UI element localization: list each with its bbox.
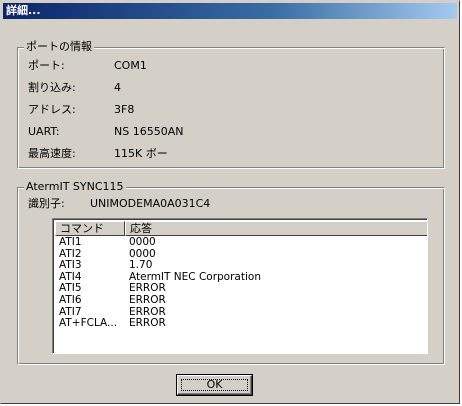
address-label: アドレス:: [28, 103, 76, 116]
interrupt-label: 割り込み:: [28, 81, 76, 94]
command-cell: ATI4: [59, 271, 82, 283]
interrupt-value: 4: [114, 81, 121, 94]
ok-button-label: OK: [206, 378, 223, 391]
identifier-label: 識別子:: [28, 197, 65, 210]
identifier-row: 識別子: UNIMODEMA0A031C4: [28, 196, 210, 212]
list-item[interactable]: ATI6 ERROR: [55, 293, 261, 307]
ok-button[interactable]: OK: [177, 375, 252, 395]
identifier-value: UNIMODEMA0A031C4: [90, 197, 211, 210]
command-response-list[interactable]: コマンド 応答 ATI1 0000 ATI2 0000 ATI3 1.70 AT…: [52, 218, 428, 354]
port-info-group-title: ポートの情報: [24, 40, 94, 54]
list-rows: ATI1 0000 ATI2 0000 ATI3 1.70 ATI4 Aterm…: [55, 236, 261, 330]
command-cell: ATI6: [59, 294, 82, 306]
interrupt-row: 割り込み: 4: [28, 80, 121, 96]
list-header: コマンド 応答: [55, 221, 427, 236]
response-cell: ERROR: [129, 317, 166, 330]
uart-label: UART:: [28, 125, 60, 138]
command-cell: ATI5: [59, 283, 82, 295]
command-cell: AT+FCLA...: [59, 318, 118, 330]
command-cell: ATI3: [59, 260, 82, 272]
uart-row: UART: NS 16550AN: [28, 124, 183, 140]
list-item[interactable]: AT+FCLA... ERROR: [55, 318, 261, 330]
max-speed-value: 115K ボー: [114, 147, 168, 160]
details-dialog: 詳細... ポートの情報 ポート: COM1 割り込み: 4 アドレス: 3F8 UA…: [0, 0, 460, 404]
port-row: ポート: COM1: [28, 58, 147, 74]
port-label: ポート:: [28, 59, 65, 72]
max-speed-row: 最高速度: 115K ボー: [28, 146, 168, 162]
port-value: COM1: [114, 59, 147, 72]
address-row: アドレス: 3F8: [28, 102, 134, 118]
command-cell: ATI1: [59, 237, 82, 248]
uart-value: NS 16550AN: [114, 125, 184, 138]
column-header-command[interactable]: コマンド: [55, 221, 125, 236]
address-value: 3F8: [114, 103, 135, 116]
dialog-title: 詳細...: [3, 3, 457, 19]
command-cell: ATI2: [59, 248, 82, 260]
modem-group-title: AtermIT SYNC115: [24, 180, 126, 194]
column-header-response[interactable]: 応答: [125, 221, 427, 236]
list-item[interactable]: ATI1 0000: [55, 236, 261, 249]
list-item[interactable]: ATI2 0000: [55, 248, 261, 261]
port-info-group: ポートの情報 ポート: COM1 割り込み: 4 アドレス: 3F8 UART: NS …: [17, 40, 445, 169]
response-cell: ERROR: [129, 293, 166, 306]
response-cell: 0000: [129, 236, 156, 248]
modem-info-group: AtermIT SYNC115 識別子: UNIMODEMA0A031C4 コマン…: [17, 180, 445, 365]
command-cell: ATI7: [59, 306, 82, 318]
max-speed-label: 最高速度:: [28, 147, 76, 160]
